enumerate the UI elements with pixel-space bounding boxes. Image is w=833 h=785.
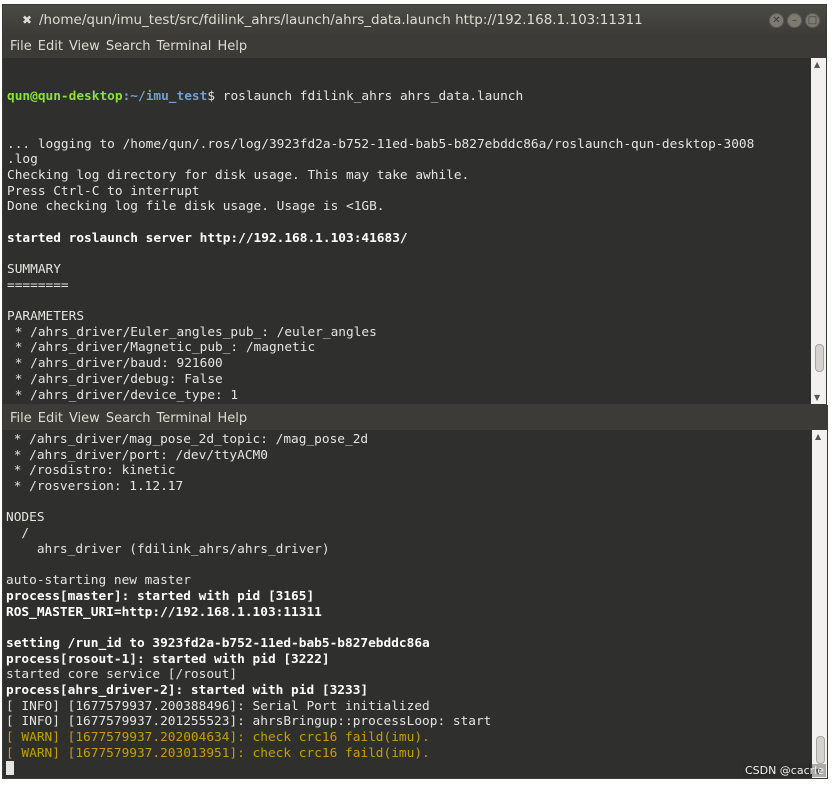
terminal-window-output[interactable]: File Edit View Search Terminal Help * /a… xyxy=(2,405,828,779)
menu-help[interactable]: Help xyxy=(214,406,250,430)
terminal-line: [ WARN] [1677579937.202004634]: check cr… xyxy=(6,730,430,746)
scrollbar[interactable]: ▲ ▼ xyxy=(811,58,826,404)
window-controls: ✕ – □ xyxy=(769,13,820,28)
terminal-line: PARAMETERS xyxy=(7,309,85,325)
menu-edit[interactable]: Edit xyxy=(35,36,66,58)
terminal-line: * /ahrs_driver/device_type: 1 xyxy=(7,387,239,403)
terminal-line: * /ahrs_driver/baud: 921600 xyxy=(7,356,223,372)
scroll-down-icon[interactable]: ▼ xyxy=(814,393,820,402)
terminal-window-launch[interactable]: ✖ /home/qun/imu_test/src/fdilink_ahrs/la… xyxy=(2,4,827,405)
scrollbar-thumb[interactable] xyxy=(816,736,825,764)
minimize-icon[interactable]: – xyxy=(787,13,802,28)
menu-search[interactable]: Search xyxy=(103,406,154,430)
menu-terminal[interactable]: Terminal xyxy=(153,36,214,58)
prompt-user: qun@qun-desktop xyxy=(7,89,123,105)
menu-file[interactable]: File xyxy=(7,36,35,58)
terminal-line: * /ahrs_driver/port: /dev/ttyACM0 xyxy=(6,447,268,463)
menu-bar: File Edit View Search Terminal Help xyxy=(3,36,826,58)
window-titlebar[interactable]: ✖ /home/qun/imu_test/src/fdilink_ahrs/la… xyxy=(3,5,826,36)
terminal-line: Done checking log file disk usage. Usage… xyxy=(7,199,385,215)
menu-bar: File Edit View Search Terminal Help xyxy=(3,406,827,430)
menu-help[interactable]: Help xyxy=(214,36,250,58)
menu-edit[interactable]: Edit xyxy=(35,406,66,430)
terminal-line: [ INFO] [1677579937.201255523]: ahrsBrin… xyxy=(6,714,492,730)
terminal-line: .log xyxy=(7,152,38,168)
scrollbar-thumb[interactable] xyxy=(815,344,824,372)
terminal-line: process[master]: started with pid [3165] xyxy=(6,588,315,604)
close-icon[interactable]: ✕ xyxy=(769,13,784,28)
terminal-line: started roslaunch server http://192.168.… xyxy=(7,230,408,246)
watermark: CSDN @cacrle xyxy=(742,764,826,777)
scrollbar[interactable]: ▲ ▼ xyxy=(812,430,827,778)
terminal-line: process[rosout-1]: started with pid [322… xyxy=(6,651,330,667)
menu-view[interactable]: View xyxy=(66,36,103,58)
terminal-line: * /ahrs_driver/mag_pose_2d_topic: /mag_p… xyxy=(6,432,369,447)
terminal-line: ... logging to /home/qun/.ros/log/3923fd… xyxy=(7,136,755,152)
terminal-line: ahrs_driver (fdilink_ahrs/ahrs_driver) xyxy=(6,541,330,557)
text-cursor xyxy=(6,761,14,776)
terminal-line: [ WARN] [1677579937.203013951]: check cr… xyxy=(6,745,430,761)
terminal-line: NODES xyxy=(6,510,45,526)
terminal-output[interactable]: qun@qun-desktop:~/imu_test$ roslaunch fd… xyxy=(3,58,811,404)
terminal-line: * /rosversion: 1.12.17 xyxy=(6,479,184,495)
terminal-line: Checking log directory for disk usage. T… xyxy=(7,167,470,183)
menu-view[interactable]: View xyxy=(66,406,103,430)
terminal-line: auto-starting new master xyxy=(6,573,191,589)
terminal-line: ======== xyxy=(7,277,69,293)
terminal-line: * /rosdistro: kinetic xyxy=(6,463,176,479)
prompt-path: :~/imu_test xyxy=(122,89,208,105)
terminal-line: ROS_MASTER_URI=http://192.168.1.103:1131… xyxy=(6,604,322,620)
terminal-line: / xyxy=(6,526,30,542)
menu-search[interactable]: Search xyxy=(103,36,154,58)
maximize-icon[interactable]: □ xyxy=(805,13,820,28)
menu-file[interactable]: File xyxy=(7,406,35,430)
terminal-line: * /ahrs_driver/Magnetic_pub_: /magnetic xyxy=(7,340,316,356)
terminal-line: SUMMARY xyxy=(7,262,61,277)
cursor-line xyxy=(6,761,812,777)
terminal-line: setting /run_id to 3923fd2a-b752-11ed-ba… xyxy=(6,635,430,651)
terminal-output[interactable]: * /ahrs_driver/mag_pose_2d_topic: /mag_p… xyxy=(3,430,812,778)
menu-terminal[interactable]: Terminal xyxy=(153,406,214,430)
command-prompt-line: qun@qun-desktop:~/imu_test$ roslaunch fd… xyxy=(7,89,811,105)
scroll-up-icon[interactable]: ▲ xyxy=(815,432,821,441)
terminal-line: * /ahrs_driver/imu_frame: gyro_link xyxy=(7,403,811,404)
terminal-icon: ✖ xyxy=(22,13,33,27)
terminal-line: * /ahrs_driver/Euler_angles_pub_: /euler… xyxy=(7,324,377,340)
terminal-line: * /ahrs_driver/debug: False xyxy=(7,371,223,387)
terminal-line: started core service [/rosout] xyxy=(6,667,238,683)
terminal-line: process[ahrs_driver-2]: started with pid… xyxy=(6,683,369,698)
scroll-up-icon[interactable]: ▲ xyxy=(814,60,820,69)
terminal-line: Press Ctrl-C to interrupt xyxy=(7,183,200,199)
command-text: $ roslaunch fdilink_ahrs ahrs_data.launc… xyxy=(207,89,524,105)
window-title: /home/qun/imu_test/src/fdilink_ahrs/laun… xyxy=(39,12,643,28)
terminal-line: [ INFO] [1677579937.200388496]: Serial P… xyxy=(6,698,430,714)
